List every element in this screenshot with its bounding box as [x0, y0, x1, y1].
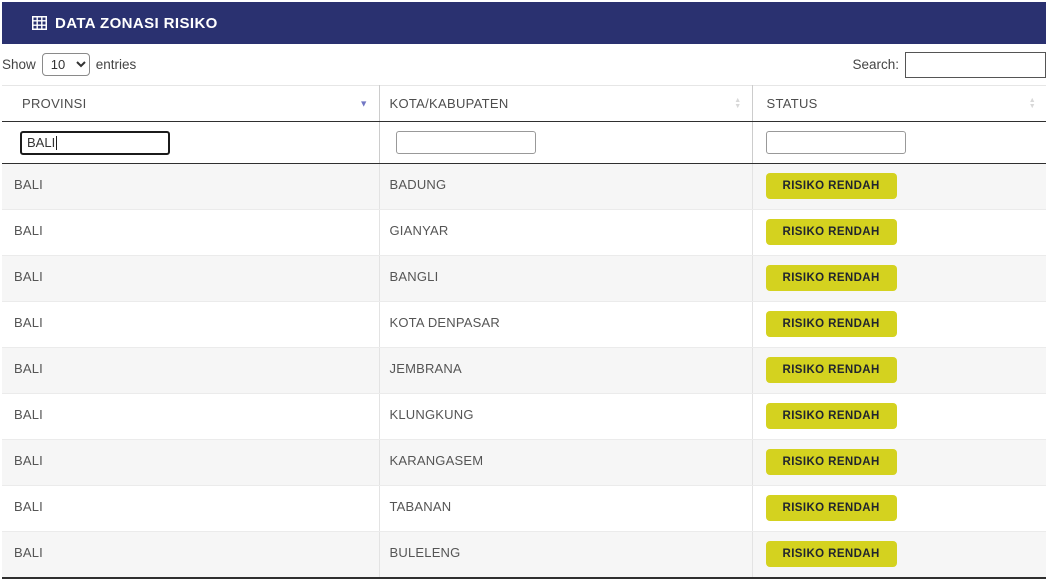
- text-caret: [56, 136, 57, 150]
- column-header-provinsi[interactable]: PROVINSI ▼: [2, 86, 379, 122]
- kota-cell: BADUNG: [379, 164, 752, 210]
- page: DATA ZONASI RISIKO Show 10 entries Searc…: [0, 0, 1052, 579]
- column-header-kota-kabupaten[interactable]: KOTA/KABUPATEN ▲ ▼: [379, 86, 752, 122]
- search-control: Search:: [852, 52, 1046, 78]
- table-row: BALI KLUNGKUNG RISIKO RENDAH: [2, 394, 1046, 440]
- status-cell: RISIKO RENDAH: [752, 348, 1046, 394]
- kota-cell: TABANAN: [379, 486, 752, 532]
- sort-down-icon: ▼: [1029, 104, 1036, 110]
- provinsi-cell: BALI: [2, 486, 379, 532]
- kota-cell: KLUNGKUNG: [379, 394, 752, 440]
- table-controls: Show 10 entries Search:: [2, 44, 1046, 85]
- table-row: BALI TABANAN RISIKO RENDAH: [2, 486, 1046, 532]
- sort-both-icon[interactable]: ▲ ▼: [1029, 98, 1036, 110]
- entries-label: entries: [96, 57, 137, 72]
- kota-cell: KOTA DENPASAR: [379, 302, 752, 348]
- provinsi-cell: BALI: [2, 440, 379, 486]
- status-badge: RISIKO RENDAH: [766, 495, 897, 521]
- page-length-select[interactable]: 10: [42, 53, 90, 76]
- provinsi-cell: BALI: [2, 302, 379, 348]
- sort-down-icon: ▼: [734, 104, 741, 110]
- status-badge: RISIKO RENDAH: [766, 173, 897, 199]
- status-badge: RISIKO RENDAH: [766, 265, 897, 291]
- table-row: BALI BADUNG RISIKO RENDAH: [2, 164, 1046, 210]
- status-cell: RISIKO RENDAH: [752, 394, 1046, 440]
- table-icon: [32, 16, 47, 30]
- table-row: BALI BULELENG RISIKO RENDAH: [2, 532, 1046, 578]
- provinsi-cell: BALI: [2, 210, 379, 256]
- provinsi-cell: BALI: [2, 164, 379, 210]
- search-label: Search:: [852, 57, 899, 72]
- search-input[interactable]: [905, 52, 1046, 78]
- column-header-row: PROVINSI ▼ KOTA/KABUPATEN ▲ ▼ STATUS ▲ ▼: [2, 86, 1046, 122]
- provinsi-cell: BALI: [2, 532, 379, 578]
- provinsi-filter-value: BALI: [27, 135, 55, 150]
- panel-header: DATA ZONASI RISIKO: [2, 2, 1046, 44]
- sort-descending-icon[interactable]: ▼: [359, 99, 368, 108]
- status-cell: RISIKO RENDAH: [752, 486, 1046, 532]
- status-cell: RISIKO RENDAH: [752, 440, 1046, 486]
- status-badge: RISIKO RENDAH: [766, 311, 897, 337]
- status-cell: RISIKO RENDAH: [752, 256, 1046, 302]
- table-row: BALI GIANYAR RISIKO RENDAH: [2, 210, 1046, 256]
- status-cell: RISIKO RENDAH: [752, 210, 1046, 256]
- status-badge: RISIKO RENDAH: [766, 219, 897, 245]
- kota-cell: KARANGASEM: [379, 440, 752, 486]
- page-length-control: Show 10 entries: [2, 53, 136, 76]
- status-badge: RISIKO RENDAH: [766, 541, 897, 567]
- column-header-status-label: STATUS: [767, 96, 818, 111]
- status-badge: RISIKO RENDAH: [766, 449, 897, 475]
- show-label: Show: [2, 57, 36, 72]
- column-header-status[interactable]: STATUS ▲ ▼: [752, 86, 1046, 122]
- kota-cell: BANGLI: [379, 256, 752, 302]
- status-cell: RISIKO RENDAH: [752, 532, 1046, 578]
- provinsi-cell: BALI: [2, 348, 379, 394]
- status-filter-input[interactable]: [766, 131, 906, 154]
- column-header-kota-label: KOTA/KABUPATEN: [390, 96, 509, 111]
- kota-cell: JEMBRANA: [379, 348, 752, 394]
- page-title: DATA ZONASI RISIKO: [55, 15, 218, 32]
- risk-zonation-table: PROVINSI ▼ KOTA/KABUPATEN ▲ ▼ STATUS ▲ ▼: [2, 85, 1046, 579]
- provinsi-cell: BALI: [2, 256, 379, 302]
- status-badge: RISIKO RENDAH: [766, 403, 897, 429]
- table-row: BALI KOTA DENPASAR RISIKO RENDAH: [2, 302, 1046, 348]
- status-badge: RISIKO RENDAH: [766, 357, 897, 383]
- column-header-provinsi-label: PROVINSI: [22, 96, 87, 111]
- provinsi-filter-input[interactable]: BALI: [20, 131, 170, 155]
- status-cell: RISIKO RENDAH: [752, 164, 1046, 210]
- kota-cell: GIANYAR: [379, 210, 752, 256]
- table-row: BALI KARANGASEM RISIKO RENDAH: [2, 440, 1046, 486]
- table-row: BALI JEMBRANA RISIKO RENDAH: [2, 348, 1046, 394]
- sort-both-icon[interactable]: ▲ ▼: [734, 98, 741, 110]
- column-filter-row: BALI: [2, 122, 1046, 164]
- provinsi-cell: BALI: [2, 394, 379, 440]
- table-row: BALI BANGLI RISIKO RENDAH: [2, 256, 1046, 302]
- kota-filter-input[interactable]: [396, 131, 536, 154]
- status-cell: RISIKO RENDAH: [752, 302, 1046, 348]
- kota-cell: BULELENG: [379, 532, 752, 578]
